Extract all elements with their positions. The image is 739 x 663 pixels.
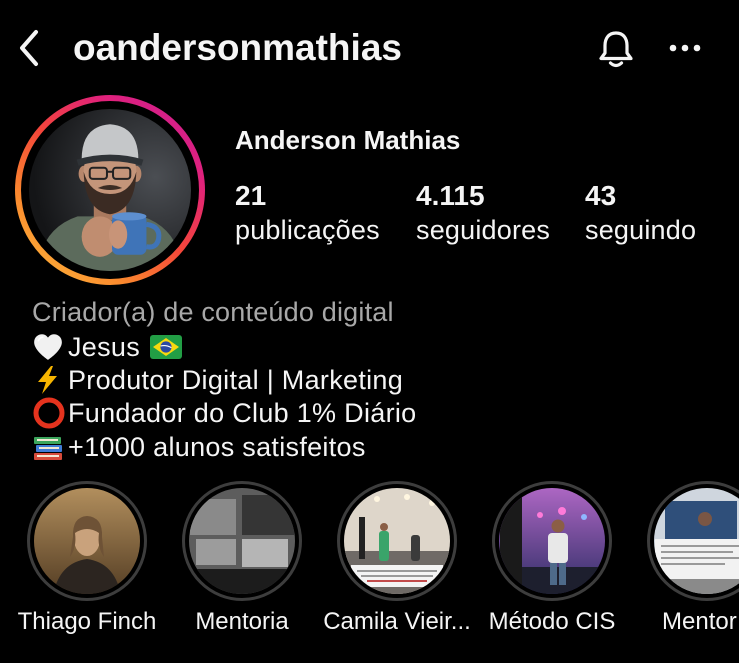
back-button[interactable] xyxy=(14,28,44,68)
more-options-button[interactable] xyxy=(668,38,702,58)
bio-text: +1000 alunos satisfeitos xyxy=(68,432,366,462)
stat-followers[interactable]: 4.115 seguidores xyxy=(416,179,550,249)
stat-label: seguindo xyxy=(585,215,697,245)
more-horizontal-icon xyxy=(669,44,701,52)
stat-value: 21 xyxy=(235,180,267,211)
avatar-photo xyxy=(29,109,191,271)
highlight-cover xyxy=(27,481,147,601)
notifications-button[interactable] xyxy=(596,28,636,70)
bio-line: Jesus xyxy=(32,330,183,364)
highlight-item[interactable]: Mentor xyxy=(647,481,739,638)
highlight-label: Mentor xyxy=(662,608,737,635)
hollow-red-circle-icon xyxy=(33,397,65,429)
profile-category: Criador(a) de conteúdo digital xyxy=(32,297,394,327)
bio-line: Produtor Digital | Marketing xyxy=(32,363,403,397)
highlight-cover xyxy=(182,481,302,601)
highlight-item[interactable]: Mentoria xyxy=(166,481,318,638)
profile-name: Anderson Mathias xyxy=(235,125,461,155)
stat-value: 43 xyxy=(585,180,617,211)
highlight-label: Camila Vieir... xyxy=(323,608,471,635)
brazil-flag-icon xyxy=(150,335,183,359)
highlight-item[interactable]: Método CIS xyxy=(476,481,628,638)
profile-picture[interactable] xyxy=(15,95,205,285)
high-voltage-icon xyxy=(38,366,57,394)
highlight-cover xyxy=(492,481,612,601)
highlight-label: Thiago Finch xyxy=(17,608,157,635)
bio-text: Produtor Digital | Marketing xyxy=(68,365,404,395)
highlight-label: Método CIS xyxy=(488,608,616,635)
stat-following[interactable]: 43 seguindo xyxy=(585,179,696,249)
highlight-item[interactable]: Camila Vieir... xyxy=(321,481,473,638)
stat-label: publicações xyxy=(235,215,380,245)
highlight-cover xyxy=(337,481,457,601)
bio-text: Fundador do Club 1% Diário xyxy=(68,398,417,428)
highlight-label: Mentoria xyxy=(195,608,289,635)
white-heart-icon xyxy=(34,334,62,360)
bell-icon xyxy=(599,31,633,68)
bio-line: Fundador do Club 1% Diário xyxy=(32,396,417,430)
username-title: oandersonmathias xyxy=(73,27,402,68)
stat-posts[interactable]: 21 publicações xyxy=(235,179,380,249)
books-icon xyxy=(34,437,62,460)
stat-value: 4.115 xyxy=(416,180,485,211)
highlight-item[interactable]: Thiago Finch xyxy=(11,481,163,638)
chevron-left-icon xyxy=(20,30,38,66)
highlight-cover xyxy=(647,481,739,601)
bio-text: Jesus xyxy=(68,332,141,362)
stat-label: seguidores xyxy=(416,215,551,245)
bio-line: +1000 alunos satisfeitos xyxy=(32,430,366,464)
